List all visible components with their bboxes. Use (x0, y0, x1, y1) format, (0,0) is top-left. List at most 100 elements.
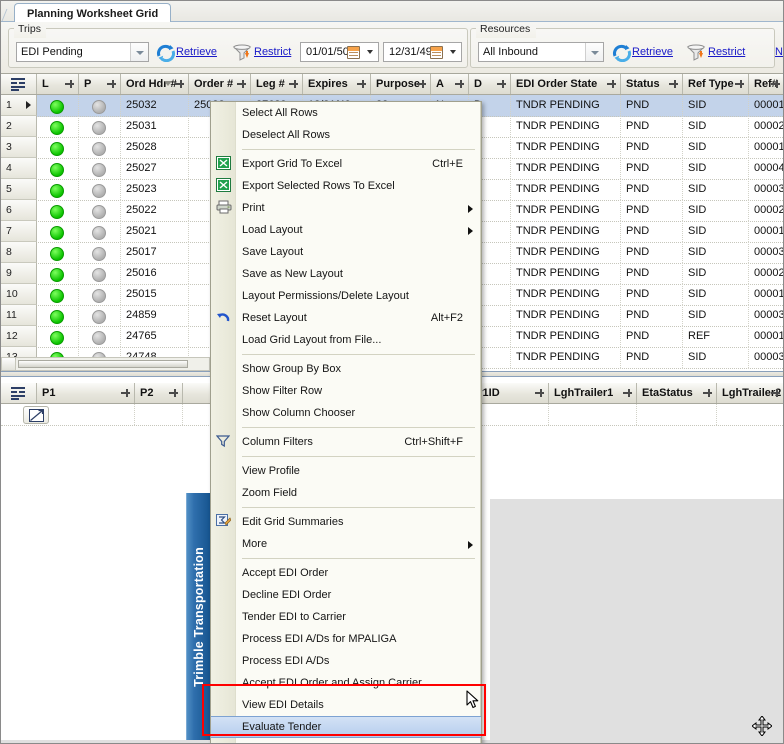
cell-edi-order-state[interactable]: TNDR PENDING (511, 263, 621, 284)
menu-item-column-filters[interactable]: Column Filters Ctrl+Shift+F (211, 431, 481, 453)
column-pin-icon[interactable] (357, 80, 366, 88)
column-pin-icon[interactable] (169, 389, 178, 397)
cell-status[interactable]: PND (621, 284, 683, 305)
cell-status[interactable]: PND (621, 200, 683, 221)
cell-load-status[interactable] (37, 221, 79, 242)
cell-edi-order-state[interactable]: TNDR PENDING (511, 305, 621, 326)
cell-load-status[interactable] (37, 242, 79, 263)
column-header-edi-order-state[interactable]: EDI Order State (511, 74, 621, 94)
column-pin-icon[interactable] (735, 80, 744, 88)
grid-select-all-corner[interactable] (1, 74, 37, 94)
cell-ref-type[interactable]: SID (683, 368, 749, 369)
cell-ref-number[interactable]: 00003M (749, 368, 783, 369)
cell-load-status[interactable] (37, 158, 79, 179)
row-header[interactable]: 6 (1, 200, 37, 221)
cell-load-status[interactable] (37, 305, 79, 326)
lower-cell-p1[interactable] (37, 404, 135, 425)
column-header-p[interactable]: P (79, 74, 121, 94)
cell-ref-type[interactable]: SID (683, 179, 749, 200)
submenu-arrow-icon[interactable] (468, 227, 473, 235)
column-pin-icon[interactable] (669, 80, 678, 88)
lower-grid-select-all-corner[interactable] (1, 383, 37, 403)
submenu-arrow-icon[interactable] (468, 541, 473, 549)
cell-ref-number[interactable]: 00001A (749, 221, 783, 242)
column-pin-icon[interactable] (65, 80, 74, 88)
cell-ref-type[interactable]: SID (683, 347, 749, 368)
menu-item-load-grid-layout-from-file[interactable]: Load Grid Layout from File... (211, 329, 481, 351)
cell-ref-type[interactable]: REF (683, 326, 749, 347)
cell-edi-order-state[interactable]: TNDR PENDING (511, 179, 621, 200)
cell-ord-hdr-number[interactable]: 25028 (121, 137, 189, 158)
column-pin-icon[interactable] (175, 80, 184, 88)
column-pin-icon[interactable] (771, 389, 780, 397)
trips-filter-combo[interactable]: EDI Pending (16, 42, 149, 62)
cell-status[interactable]: PND (621, 368, 683, 369)
menu-item-view-profile[interactable]: View Profile (211, 460, 481, 482)
cell-plan-status[interactable] (79, 95, 121, 116)
trips-retrieve-link[interactable]: Retrieve (176, 46, 217, 58)
chevron-down-icon[interactable] (130, 43, 148, 61)
cell-ref-number[interactable]: 00001A (749, 284, 783, 305)
cell-ref-type[interactable]: SID (683, 200, 749, 221)
menu-item-decline-edi-order[interactable]: Decline EDI Order (211, 584, 481, 606)
cell-load-status[interactable] (37, 179, 79, 200)
cell-plan-status[interactable] (79, 305, 121, 326)
menu-item-save-layout[interactable]: Save Layout (211, 241, 481, 263)
column-pin-icon[interactable] (497, 80, 506, 88)
cell-edi-order-state[interactable]: TNDR PENDING (511, 284, 621, 305)
cell-ref-type[interactable]: SID (683, 95, 749, 116)
cell-load-status[interactable] (37, 284, 79, 305)
row-header[interactable]: 7 (1, 221, 37, 242)
cell-edi-order-state[interactable]: TNDR PENDING (511, 368, 621, 369)
cell-status[interactable]: PND (621, 158, 683, 179)
menu-item-accept-edi-order-and-assign-carrier[interactable]: Accept EDI Order and Assign Carrier (211, 672, 481, 694)
lower-cell-p2[interactable] (135, 404, 183, 425)
cell-status[interactable]: PND (621, 95, 683, 116)
column-header-a[interactable]: A (431, 74, 469, 94)
cell-plan-status[interactable] (79, 263, 121, 284)
column-pin-icon[interactable] (121, 389, 130, 397)
column-header-d[interactable]: D (469, 74, 511, 94)
main-grid-hscrollbar[interactable] (1, 357, 210, 371)
cell-ord-hdr-number[interactable]: 25021 (121, 221, 189, 242)
cell-ord-hdr-number[interactable]: 25017 (121, 242, 189, 263)
menu-item-export-grid-to-excel[interactable]: Export Grid To Excel Ctrl+E (211, 153, 481, 175)
cell-ord-hdr-number[interactable]: 25023 (121, 179, 189, 200)
calendar-icon[interactable] (347, 46, 360, 59)
lower-cell-etastatus[interactable] (637, 404, 717, 425)
cell-edi-order-state[interactable]: TNDR PENDING (511, 221, 621, 242)
cell-status[interactable]: PND (621, 179, 683, 200)
cell-ref-type[interactable]: SID (683, 158, 749, 179)
funnel-icon[interactable] (686, 44, 706, 63)
menu-item-save-as-new-layout[interactable]: Save as New Layout (211, 263, 481, 285)
cell-ref-number[interactable]: 00002A (749, 200, 783, 221)
cell-ord-hdr-number[interactable]: 25016 (121, 263, 189, 284)
cell-status[interactable]: PND (621, 221, 683, 242)
cell-ref-type[interactable]: SID (683, 305, 749, 326)
cell-edi-order-state[interactable]: TNDR PENDING (511, 326, 621, 347)
menu-item-show-column-chooser[interactable]: Show Column Chooser (211, 402, 481, 424)
column-pin-icon[interactable] (455, 80, 464, 88)
chevron-down-icon[interactable] (585, 43, 603, 61)
date-to-field[interactable]: 12/31/49 (383, 42, 462, 62)
row-header[interactable]: 11 (1, 305, 37, 326)
lower-cell-lghtrailer2[interactable] (717, 404, 784, 425)
cell-ref-number[interactable]: 00003A (749, 242, 783, 263)
cell-status[interactable]: PND (621, 137, 683, 158)
menu-item-view-edi-details[interactable]: View EDI Details (211, 694, 481, 716)
row-header[interactable]: 3 (1, 137, 37, 158)
cell-ref-type[interactable]: SID (683, 242, 749, 263)
cell-load-status[interactable] (37, 95, 79, 116)
tab-planning-worksheet-grid[interactable]: Planning Worksheet Grid (14, 3, 172, 22)
menu-item-layout-permissions-delete-layout[interactable]: Layout Permissions/Delete Layout (211, 285, 481, 307)
cell-edi-order-state[interactable]: TNDR PENDING (511, 158, 621, 179)
cell-ref-number[interactable]: 00001A (749, 95, 783, 116)
lower-column-header-lghtrailer1[interactable]: LghTrailer1 (549, 383, 637, 403)
date-from-field[interactable]: 01/01/50 (300, 42, 379, 62)
overflow-link[interactable]: N (775, 46, 783, 58)
sort-descending-icon[interactable] (164, 81, 172, 86)
cell-load-status[interactable] (37, 326, 79, 347)
cell-ref-number[interactable]: 00001A (749, 137, 783, 158)
column-header-leg[interactable]: Leg # (251, 74, 303, 94)
trips-restrict-link[interactable]: Restrict (254, 46, 291, 58)
